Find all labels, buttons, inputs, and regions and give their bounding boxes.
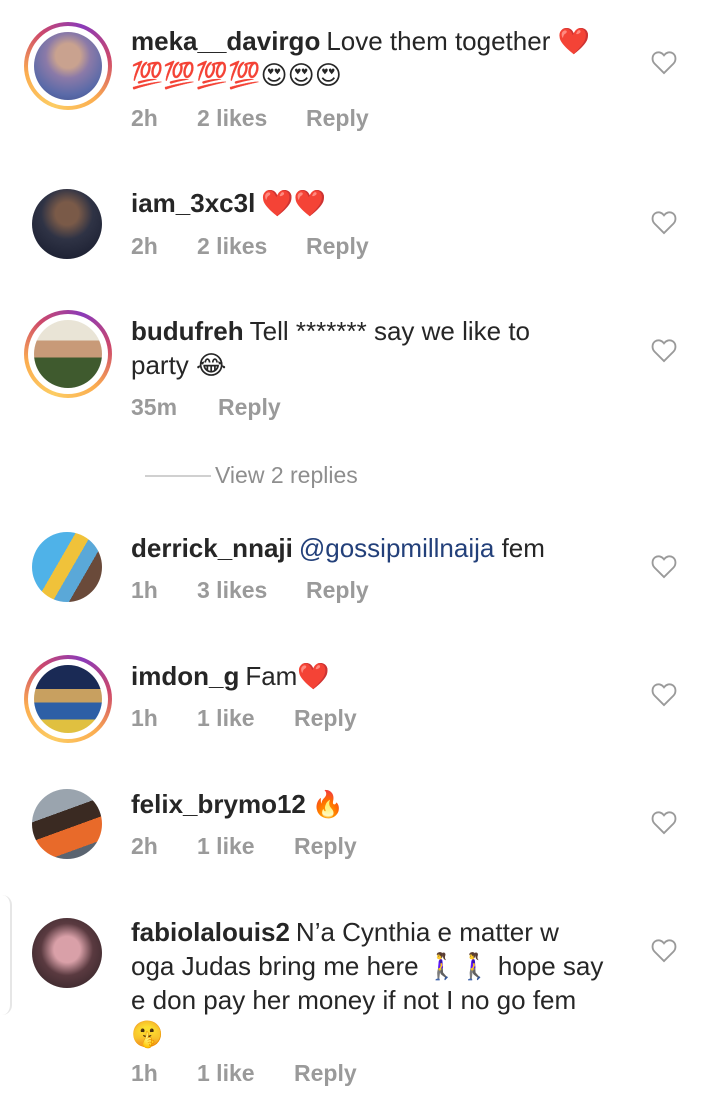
mention-link[interactable]: @gossipmillnaija [299, 533, 494, 563]
comment-body: Fam❤️ [245, 661, 330, 691]
comment-likes[interactable]: 1 like [197, 705, 294, 732]
comment-time: 1h [131, 705, 158, 731]
avatar[interactable] [24, 310, 112, 398]
reply-button[interactable]: Reply [306, 233, 369, 260]
comment-body: 🔥 [311, 790, 345, 820]
view-replies[interactable]: View 2 replies [131, 458, 431, 494]
comment-time: 2h [131, 833, 158, 859]
comment-body: Tell ******* say we like to [249, 316, 531, 346]
comment-username[interactable]: budufreh [131, 316, 244, 346]
comment-meta: 2h 1 like Reply [131, 833, 357, 860]
comment-text: budufreh Tell ******* say we like to part… [131, 314, 631, 382]
heart-outline-icon[interactable] [650, 209, 678, 235]
comment-text: derrick_nnaji @gossipmillnaija fem [131, 531, 631, 565]
comment-body: fem [494, 533, 545, 563]
comment-username[interactable]: iam_3xc3l [131, 188, 255, 218]
comment-likes[interactable]: 2 likes [197, 105, 306, 132]
comment-likes[interactable]: 1 like [197, 833, 294, 860]
comment-username[interactable]: imdon_g [131, 661, 239, 691]
comment-username[interactable]: fabiolalouis2 [131, 917, 290, 947]
comment-meta: 2h 2 likes Reply [131, 233, 369, 260]
comment-body-line2: oga Judas bring me here 🚶‍♀️🚶‍♀️ hope sa… [131, 951, 604, 981]
comment-likes[interactable]: 1 like [197, 1060, 294, 1087]
avatar[interactable] [24, 781, 112, 869]
comment-text: fabiolalouis2 N’a Cynthia e matter w oga … [131, 915, 631, 1052]
reply-button[interactable]: Reply [294, 833, 357, 860]
comment-likes[interactable]: 3 likes [197, 577, 306, 604]
comment-meta: 1h 1 like Reply [131, 1060, 357, 1087]
heart-outline-icon[interactable] [650, 937, 678, 963]
comment-time: 2h [131, 233, 158, 259]
reply-button[interactable]: Reply [306, 105, 369, 132]
comment-username[interactable]: felix_brymo12 [131, 789, 306, 819]
view-replies-label[interactable]: View 2 replies [215, 462, 358, 489]
comment-likes[interactable]: 2 likes [197, 233, 306, 260]
heart-outline-icon[interactable] [650, 553, 678, 579]
heart-outline-icon[interactable] [650, 809, 678, 835]
avatar[interactable] [24, 524, 112, 612]
comment-time: 2h [131, 105, 158, 131]
edge-swipe-indicator [0, 895, 12, 1015]
comment-meta: 2h 2 likes Reply [131, 105, 369, 132]
reply-button[interactable]: Reply [218, 394, 281, 421]
comment-body: Love them together ❤️ [326, 26, 590, 56]
comment-username[interactable]: derrick_nnaji [131, 533, 293, 563]
comment-body-line4: 🤫 [131, 1020, 164, 1050]
comment-meta: 1h 3 likes Reply [131, 577, 369, 604]
comment-meta: 1h 1 like Reply [131, 705, 357, 732]
avatar[interactable] [24, 655, 112, 743]
comment-body-line3: e don pay her money if not I no go fem [131, 985, 577, 1015]
comment-body: ❤️❤️ [261, 189, 327, 219]
reply-button[interactable]: Reply [294, 1060, 357, 1087]
comment-time: 1h [131, 1060, 158, 1086]
reply-button[interactable]: Reply [294, 705, 357, 732]
comment-text: imdon_g Fam❤️ [131, 659, 631, 693]
comment-body: N’a Cynthia e matter w [295, 917, 559, 947]
comment-username[interactable]: meka__davirgo [131, 26, 320, 56]
comment-text: felix_brymo12 🔥 [131, 787, 631, 822]
divider [145, 475, 211, 477]
heart-outline-icon[interactable] [650, 49, 678, 75]
reply-button[interactable]: Reply [306, 577, 369, 604]
comment-body-line2: party 😂 [131, 350, 227, 380]
avatar[interactable] [24, 22, 112, 110]
avatar[interactable] [24, 181, 112, 269]
comment-time: 1h [131, 577, 158, 603]
heart-outline-icon[interactable] [650, 681, 678, 707]
comment-text: meka__davirgo Love them together ❤️ 💯💯💯💯😍… [131, 24, 631, 93]
comment-body-line2: 💯💯💯💯😍😍😍 [131, 61, 342, 91]
comment-time: 35m [131, 394, 178, 420]
comment-meta: 35m Reply [131, 394, 281, 421]
avatar[interactable] [24, 910, 112, 998]
heart-outline-icon[interactable] [650, 337, 678, 363]
comment-text: iam_3xc3l ❤️❤️ [131, 186, 631, 221]
